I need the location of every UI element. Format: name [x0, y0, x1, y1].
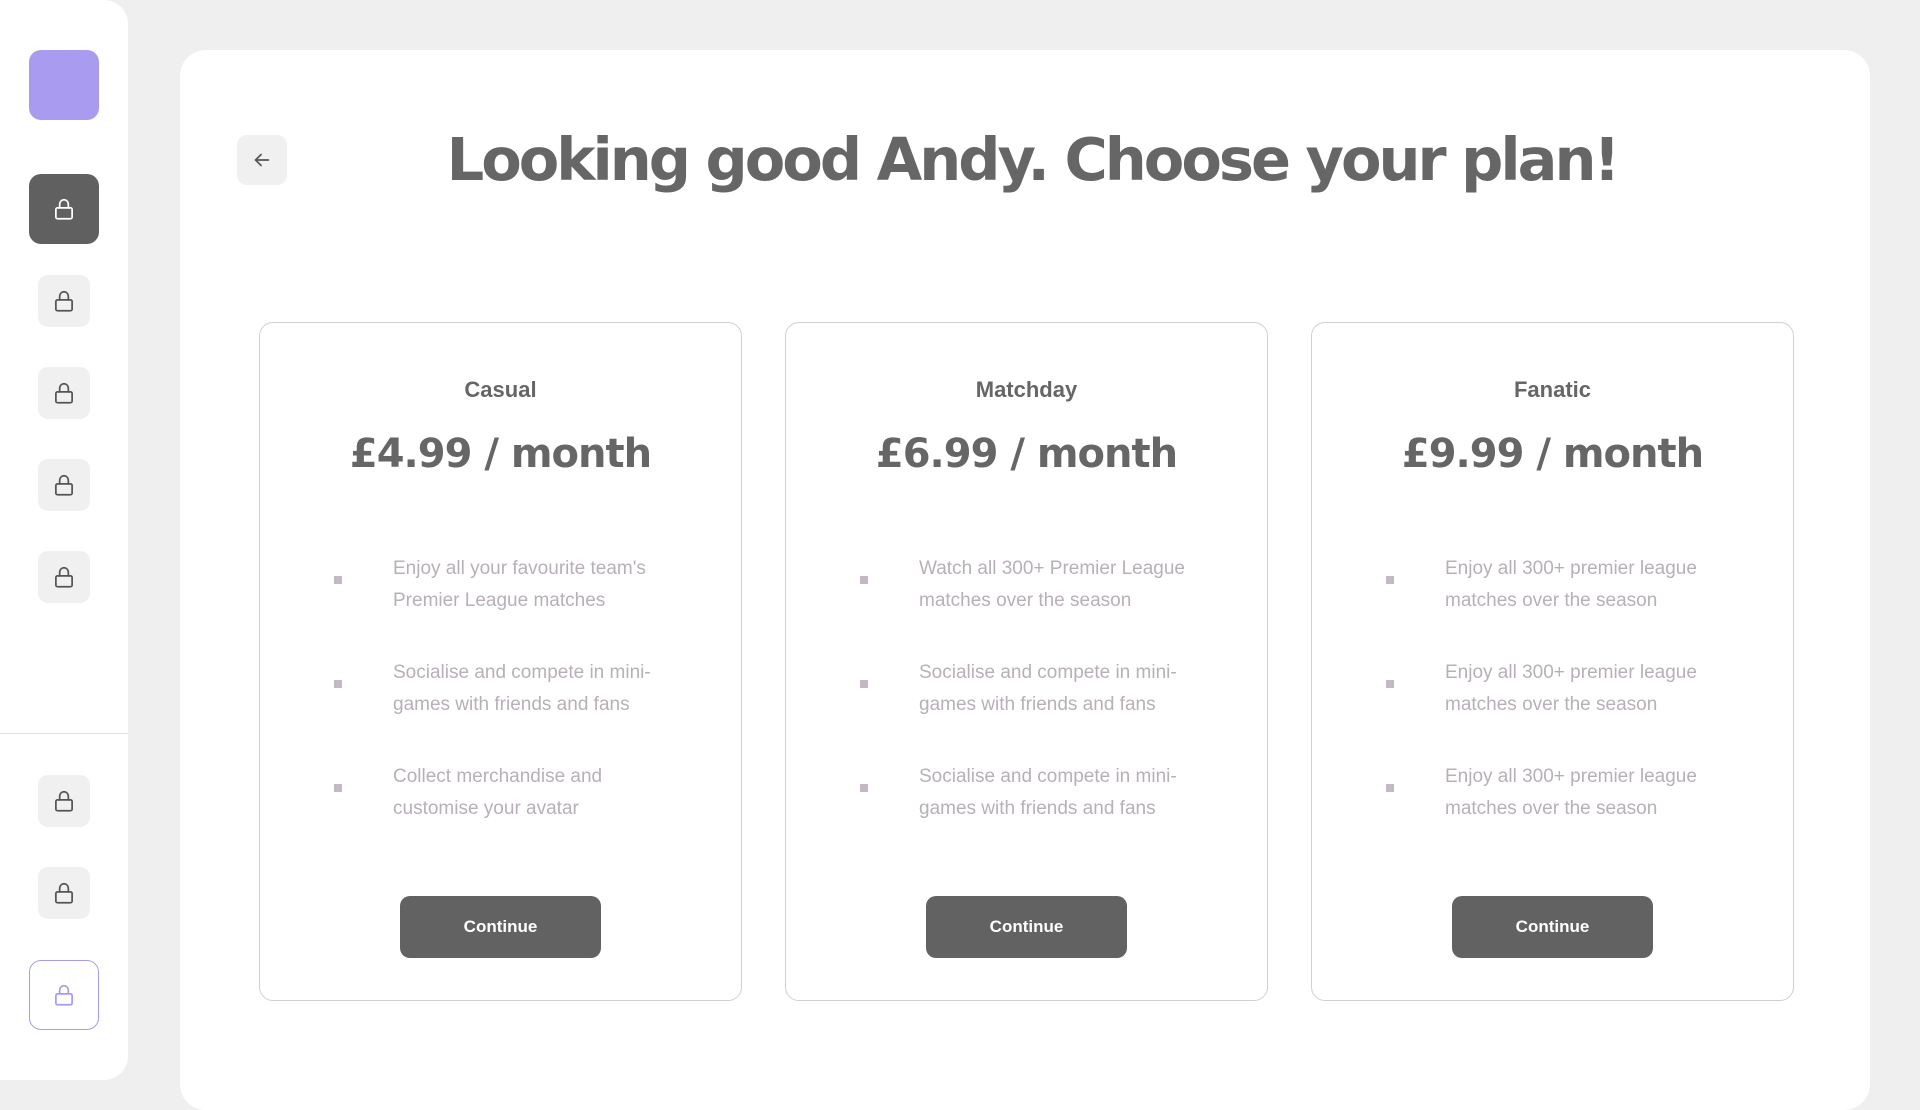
plan-card-casual: Casual £4.99 / month Enjoy all your favo…: [259, 322, 742, 1001]
continue-button[interactable]: Continue: [1452, 896, 1653, 958]
bullet-icon: [334, 680, 342, 688]
brand-logo[interactable]: [29, 50, 99, 120]
feature-item: Enjoy all 300+ premier league matches ov…: [1312, 553, 1793, 617]
lock-icon: [55, 198, 73, 220]
sidebar-item-3[interactable]: [38, 367, 90, 419]
sidebar-item-4[interactable]: [38, 459, 90, 511]
sidebar-item-7[interactable]: [38, 867, 90, 919]
bullet-icon: [860, 784, 868, 792]
feature-item: Enjoy all your favourite team's Premier …: [260, 553, 741, 617]
feature-text: Enjoy all 300+ premier league matches ov…: [1445, 558, 1697, 611]
continue-button[interactable]: Continue: [926, 896, 1127, 958]
feature-item: Enjoy all 300+ premier league matches ov…: [1312, 761, 1793, 825]
bullet-icon: [334, 576, 342, 584]
lock-icon: [55, 882, 73, 904]
plan-cards: Casual £4.99 / month Enjoy all your favo…: [259, 322, 1794, 1001]
bullet-icon: [334, 784, 342, 792]
bullet-icon: [860, 680, 868, 688]
sidebar-item-8[interactable]: [29, 960, 99, 1030]
feature-text: Socialise and compete in mini-games with…: [919, 662, 1177, 715]
lock-icon: [55, 984, 73, 1006]
plan-name: Matchday: [975, 377, 1078, 402]
feature-item: Socialise and compete in mini-games with…: [786, 657, 1267, 721]
feature-item: Enjoy all 300+ premier league matches ov…: [1312, 657, 1793, 721]
feature-item: Socialise and compete in mini-games with…: [786, 761, 1267, 825]
feature-text: Watch all 300+ Premier League matches ov…: [919, 558, 1185, 611]
sidebar: [0, 0, 128, 1080]
feature-text: Enjoy all 300+ premier league matches ov…: [1445, 766, 1697, 819]
feature-text: Socialise and compete in mini-games with…: [919, 766, 1177, 819]
bullet-icon: [1386, 576, 1394, 584]
sidebar-item-1[interactable]: [29, 174, 99, 244]
bullet-icon: [1386, 680, 1394, 688]
sidebar-divider: [0, 733, 128, 734]
plan-card-matchday: Matchday £6.99 / month Watch all 300+ Pr…: [785, 322, 1268, 1001]
lock-icon: [55, 474, 73, 496]
bullet-icon: [860, 576, 868, 584]
feature-text: Collect merchandise and customise your a…: [393, 766, 603, 819]
bullet-icon: [1386, 784, 1394, 792]
lock-icon: [55, 290, 73, 312]
lock-icon: [55, 382, 73, 404]
sidebar-item-6[interactable]: [38, 775, 90, 827]
plan-name: Casual: [464, 377, 537, 402]
page-title: Looking good Andy. Choose your plan!: [446, 125, 1621, 194]
lock-icon: [55, 566, 73, 588]
sidebar-item-5[interactable]: [38, 551, 90, 603]
feature-text: Enjoy all your favourite team's Premier …: [393, 558, 646, 611]
continue-button[interactable]: Continue: [400, 896, 601, 958]
feature-item: Watch all 300+ Premier League matches ov…: [786, 553, 1267, 617]
lock-icon: [55, 790, 73, 812]
plan-name: Fanatic: [1513, 377, 1592, 402]
plan-price: £4.99 / month: [349, 431, 652, 477]
feature-text: Enjoy all 300+ premier league matches ov…: [1445, 662, 1697, 715]
feature-text: Socialise and compete in mini-games with…: [393, 662, 651, 715]
plan-price: £6.99 / month: [875, 431, 1178, 477]
feature-item: Socialise and compete in mini-games with…: [260, 657, 741, 721]
feature-item: Collect merchandise and customise your a…: [260, 761, 741, 825]
sidebar-item-2[interactable]: [38, 275, 90, 327]
plan-price: £9.99 / month: [1401, 431, 1704, 477]
main-panel: Looking good Andy. Choose your plan! Cas…: [180, 50, 1870, 1110]
plan-card-fanatic: Fanatic £9.99 / month Enjoy all 300+ pre…: [1311, 322, 1794, 1001]
